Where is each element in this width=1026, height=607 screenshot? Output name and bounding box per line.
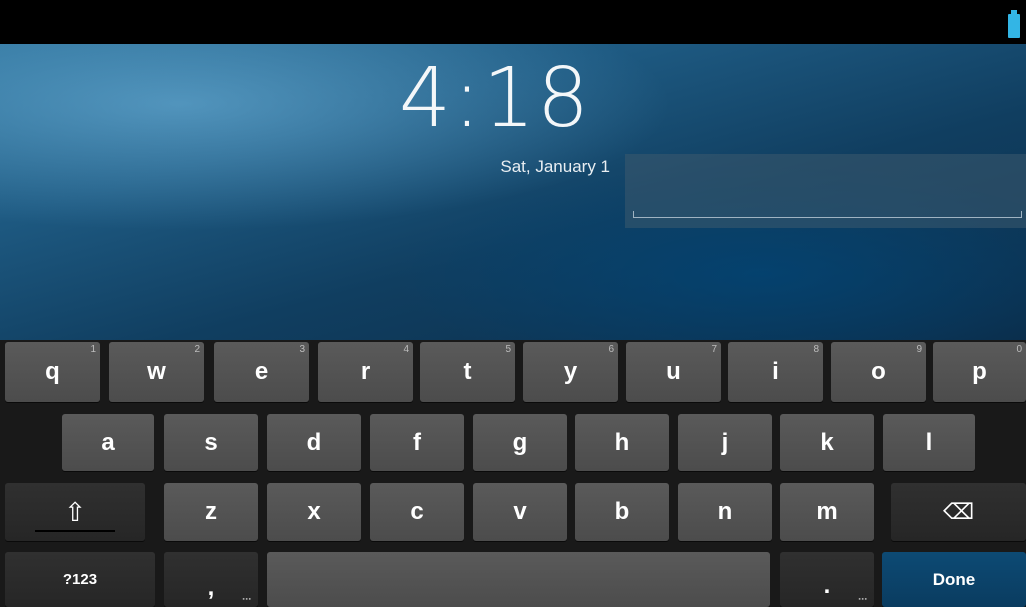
key-hint: 2: [194, 344, 200, 355]
key-label: y: [563, 358, 578, 385]
key-q[interactable]: q 1: [5, 342, 100, 402]
battery-icon: [1008, 10, 1020, 38]
key-g[interactable]: g: [473, 414, 567, 471]
shift-icon: ⇧: [64, 496, 86, 527]
key-f[interactable]: f: [370, 414, 464, 471]
period-key[interactable]: . ⋯: [780, 552, 874, 607]
key-b[interactable]: b: [575, 483, 669, 541]
key-hint: 3: [299, 344, 305, 355]
lock-screen: 4:18 Sat, January 1: [0, 44, 1026, 340]
key-a[interactable]: a: [62, 414, 154, 471]
key-hint: 8: [813, 344, 819, 355]
key-c[interactable]: c: [370, 483, 464, 541]
key-label: z: [205, 498, 217, 525]
shift-underline: [35, 530, 115, 532]
key-label: b: [614, 498, 630, 525]
key-hint: 5: [505, 344, 511, 355]
key-t[interactable]: t 5: [420, 342, 515, 402]
key-hint: 1: [90, 344, 96, 355]
key-h[interactable]: h: [575, 414, 669, 471]
key-p[interactable]: p 0: [933, 342, 1026, 402]
key-label: k: [820, 428, 834, 456]
shift-key[interactable]: ⇧: [5, 483, 145, 541]
key-label: j: [721, 428, 729, 456]
backspace-key[interactable]: ⌫: [891, 483, 1026, 541]
key-d[interactable]: d: [267, 414, 361, 471]
space-key[interactable]: [267, 552, 770, 607]
key-label: u: [666, 358, 681, 385]
key-label: i: [772, 358, 779, 385]
key-i[interactable]: i 8: [728, 342, 823, 402]
key-label: w: [147, 358, 166, 385]
key-label: d: [306, 428, 322, 456]
key-hint: 7: [711, 344, 717, 355]
key-m[interactable]: m: [780, 483, 874, 541]
key-hint: 0: [1016, 344, 1022, 355]
done-button[interactable]: Done: [882, 552, 1026, 607]
key-label: x: [307, 498, 321, 525]
key-w[interactable]: w 2: [109, 342, 204, 402]
password-underline: [633, 211, 1022, 218]
key-label: m: [816, 498, 838, 525]
key-hint: 6: [608, 344, 614, 355]
key-label: l: [925, 428, 933, 456]
key-label: r: [360, 358, 371, 385]
key-label: s: [204, 428, 218, 456]
key-label: c: [410, 498, 424, 525]
key-label: g: [512, 428, 528, 456]
symbols-key[interactable]: ?123: [5, 552, 155, 607]
date-label: Sat, January 1: [500, 157, 610, 176]
key-label: h: [614, 428, 630, 456]
password-input[interactable]: [625, 154, 1026, 228]
comma-key[interactable]: , ⋯: [164, 552, 258, 607]
key-label: q: [45, 358, 60, 385]
comma-label: ,: [207, 573, 215, 601]
key-u[interactable]: u 7: [626, 342, 721, 402]
key-label: f: [413, 428, 421, 456]
key-x[interactable]: x: [267, 483, 361, 541]
key-label: e: [254, 358, 269, 385]
key-y[interactable]: y 6: [523, 342, 618, 402]
key-label: p: [972, 358, 987, 385]
more-dots: ⋯: [858, 594, 868, 604]
more-dots: ⋯: [242, 594, 252, 604]
key-label: a: [101, 428, 115, 456]
symbols-label: ?123: [62, 571, 98, 588]
key-l[interactable]: l: [883, 414, 975, 471]
key-label: t: [463, 358, 472, 385]
key-n[interactable]: n: [678, 483, 772, 541]
clock: 4:18: [398, 51, 592, 146]
done-label: Done: [932, 569, 976, 589]
key-hint: 4: [403, 344, 409, 355]
key-r[interactable]: r 4: [318, 342, 413, 402]
key-j[interactable]: j: [678, 414, 772, 471]
key-hint: 9: [916, 344, 922, 355]
key-o[interactable]: o 9: [831, 342, 926, 402]
key-label: v: [513, 498, 527, 525]
backspace-icon: ⌫: [942, 499, 975, 524]
key-label: n: [717, 498, 733, 525]
key-k[interactable]: k: [780, 414, 874, 471]
period-label: .: [823, 571, 831, 599]
key-label: o: [871, 358, 886, 385]
keyboard: q 1 w 2 e 3 r 4 t 5 y 6 u 7 i 8 o 9 p 0 …: [0, 340, 1026, 607]
key-s[interactable]: s: [164, 414, 258, 471]
status-bar: [0, 0, 1026, 44]
key-e[interactable]: e 3: [214, 342, 309, 402]
key-z[interactable]: z: [164, 483, 258, 541]
key-v[interactable]: v: [473, 483, 567, 541]
